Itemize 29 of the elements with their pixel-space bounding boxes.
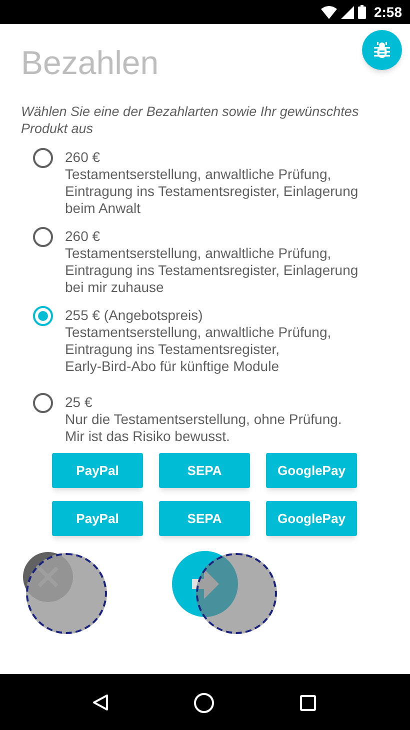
radio-button[interactable]: [33, 227, 53, 247]
option-price: 260 €: [65, 149, 102, 166]
option-price: 25 €: [65, 394, 94, 411]
radio-button[interactable]: [33, 148, 53, 168]
back-icon[interactable]: [92, 694, 109, 711]
bug-icon: [374, 42, 390, 58]
wifi-icon: [320, 6, 337, 18]
arrow-right-icon: [192, 569, 218, 599]
payment-button[interactable]: GooglePay: [266, 453, 357, 488]
option-description: Nur die Testamentserstellung, ohne Prüfung. Mir ist das Risiko bewusst.: [65, 411, 342, 445]
battery-icon: [358, 5, 366, 19]
clock-time: 2:58: [374, 2, 402, 22]
option-description: Testamentserstellung, anwaltliche Prüfung, Eintragung ins Testamentsregister, Early-Bird-Abo für künftige Module: [65, 324, 332, 375]
option-description: Testamentserstellung, anwaltliche Prüfung, Eintragung ins Testamentsregister, Einlagerung bei mir zuhause: [65, 245, 358, 296]
option-price: 255 € (Angebotspreis): [65, 307, 204, 324]
radio-button[interactable]: [33, 393, 53, 413]
instruction-text: Wählen Sie eine der Bezahlarten sowie Ihr gewünschtes Produkt aus: [20, 103, 360, 137]
payment-button[interactable]: SEPA: [159, 501, 250, 536]
page-title: Bezahlen: [21, 43, 159, 83]
payment-button[interactable]: GooglePay: [266, 501, 357, 536]
payment-button[interactable]: PayPal: [52, 453, 143, 488]
radio-button[interactable]: [33, 306, 53, 326]
option-price: 260 €: [65, 228, 102, 245]
payment-button[interactable]: SEPA: [159, 453, 250, 488]
recents-icon[interactable]: [299, 694, 317, 712]
home-icon[interactable]: [193, 692, 215, 714]
signal-icon: [340, 6, 354, 18]
option-description: Testamentserstellung, anwaltliche Prüfung, Eintragung ins Testamentsregister, Einlagerung beim Anwalt: [65, 166, 358, 217]
payment-button[interactable]: PayPal: [52, 501, 143, 536]
